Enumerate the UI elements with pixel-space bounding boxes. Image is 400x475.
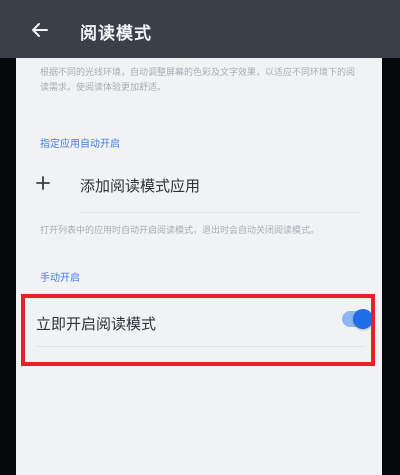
switch-knob bbox=[353, 309, 373, 329]
toggle-label: 立即开启阅读模式 bbox=[36, 315, 157, 333]
auto-open-description: 打开列表中的应用时自动开启阅读模式，退出时会自动关闭阅读模式。 bbox=[40, 226, 320, 236]
back-button[interactable] bbox=[26, 16, 54, 44]
arrow-left-icon bbox=[32, 23, 48, 37]
page-title: 阅读模式 bbox=[80, 24, 152, 44]
screen-bezel-left bbox=[0, 0, 16, 475]
settings-panel: 根据不同的光线环境，自动调整屏幕的色彩及文字效果，以适应不同环境下的阅读需求。使… bbox=[16, 58, 382, 475]
plus-icon bbox=[34, 174, 52, 192]
auto-section-label: 指定应用自动开启 bbox=[40, 139, 120, 150]
divider bbox=[80, 212, 360, 213]
screen-bezel-right bbox=[382, 0, 400, 475]
reading-mode-switch[interactable] bbox=[342, 309, 373, 329]
reading-mode-description: 根据不同的光线环境，自动调整屏幕的色彩及文字效果，以适应不同环境下的阅读需求。使… bbox=[40, 68, 356, 93]
manual-section-label: 手动开启 bbox=[40, 273, 80, 284]
reading-mode-toggle-row[interactable]: 立即开启阅读模式 bbox=[16, 293, 382, 343]
divider bbox=[36, 346, 366, 347]
top-app-bar: 阅读模式 bbox=[0, 0, 400, 58]
add-app-label: 添加阅读模式应用 bbox=[80, 177, 201, 195]
add-reading-mode-app-button[interactable]: 添加阅读模式应用 bbox=[16, 158, 382, 218]
